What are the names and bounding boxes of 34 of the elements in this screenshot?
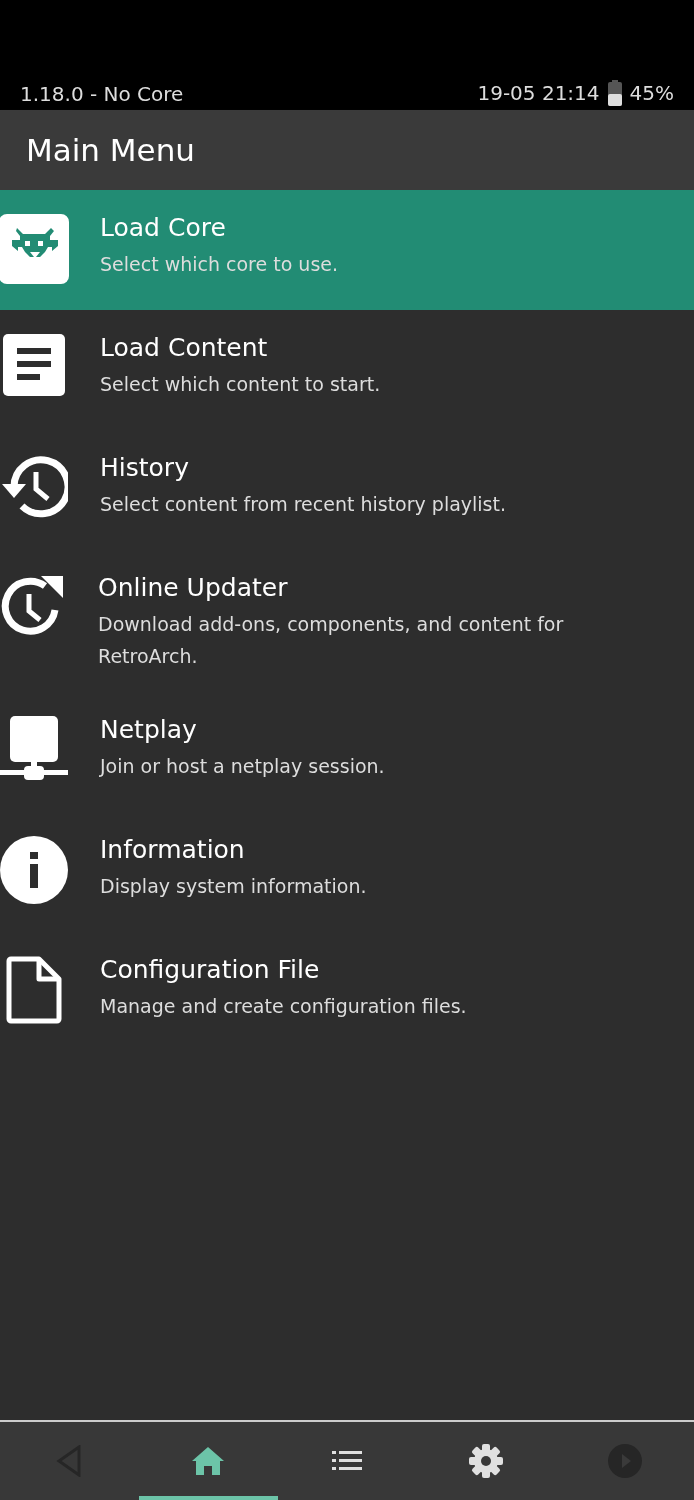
battery-icon bbox=[607, 80, 622, 106]
screen-title: Main Menu bbox=[26, 132, 195, 168]
file-icon bbox=[6, 956, 62, 1024]
list-icon bbox=[332, 1451, 362, 1471]
status-time: 19-05 21:14 bbox=[477, 81, 600, 105]
menu-item[interactable]: Load Content Select which content to start. bbox=[0, 310, 694, 430]
item-description: Download add-ons, components, and content for RetroArch. bbox=[98, 612, 565, 669]
status-text: 1.18.0 - No Core bbox=[20, 82, 184, 106]
invader-icon bbox=[0, 214, 69, 284]
battery-percent: 45% bbox=[629, 81, 674, 105]
item-description: Select which content to start. bbox=[100, 372, 381, 397]
menu-item[interactable]: Online Updater Download add-ons, components, and content for RetroArch. bbox=[0, 550, 694, 692]
item-description: Join or host a netplay session. bbox=[100, 754, 385, 779]
menu-item[interactable]: History Select content from recent history playlist. bbox=[0, 430, 694, 550]
item-description: Manage and create configuration files. bbox=[100, 994, 467, 1019]
document-icon bbox=[3, 334, 65, 396]
menu-item[interactable]: Netplay Join or host a netplay session. bbox=[0, 692, 694, 812]
history-icon bbox=[0, 454, 68, 520]
item-description: Select which core to use. bbox=[100, 252, 339, 277]
clock-refresh-icon bbox=[1, 574, 65, 638]
item-title: History bbox=[100, 452, 190, 484]
menu-item[interactable]: Load Core Select which core to use. bbox=[0, 190, 694, 310]
item-title: Online Updater bbox=[98, 572, 289, 604]
menu-item[interactable]: Configuration File Manage and create configuration files. bbox=[0, 932, 694, 1052]
home-icon bbox=[192, 1447, 225, 1475]
item-title: Load Content bbox=[100, 332, 269, 364]
item-title: Configuration File bbox=[100, 954, 321, 986]
menu-item[interactable]: Information Display system information. bbox=[0, 812, 694, 932]
item-title: Information bbox=[100, 834, 246, 866]
network-icon bbox=[0, 716, 68, 782]
item-description: Display system information. bbox=[100, 874, 367, 899]
item-title: Load Core bbox=[100, 212, 227, 244]
item-description: Select content from recent history playlist. bbox=[100, 492, 506, 517]
item-title: Netplay bbox=[100, 714, 198, 746]
